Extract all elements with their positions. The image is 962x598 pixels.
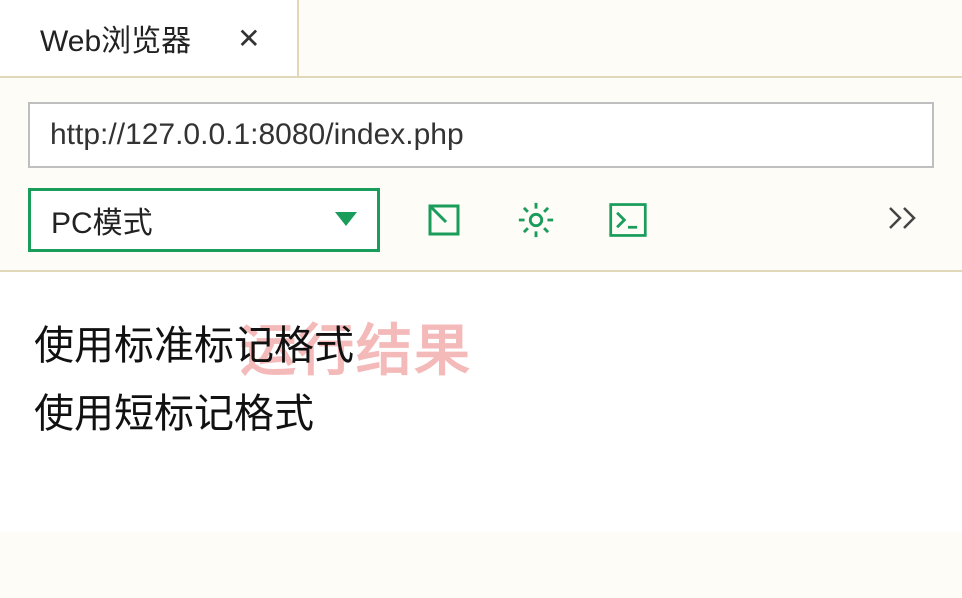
toolbar: PC模式: [0, 168, 962, 252]
tab-web-browser[interactable]: Web浏览器 ✕: [0, 0, 299, 76]
tab-title: Web浏览器: [40, 16, 191, 60]
output-line-1: 使用标准标记格式: [34, 312, 928, 380]
mode-select[interactable]: PC模式: [28, 188, 380, 252]
address-input[interactable]: [28, 102, 934, 168]
terminal-icon[interactable]: [608, 200, 648, 240]
more-icon[interactable]: [886, 204, 934, 237]
address-row: [0, 78, 962, 168]
toolbar-icons: [424, 200, 648, 240]
close-icon[interactable]: ✕: [229, 18, 268, 59]
browser-chrome: Web浏览器 ✕ PC模式: [0, 0, 962, 272]
gear-icon[interactable]: [516, 200, 556, 240]
page-content: 运行结果 使用标准标记格式 使用短标记格式: [0, 272, 962, 532]
mode-label: PC模式: [51, 198, 153, 242]
output-line-2: 使用短标记格式: [34, 380, 928, 448]
tab-bar: Web浏览器 ✕: [0, 0, 962, 78]
dropdown-arrow-icon: [335, 212, 357, 228]
open-external-icon[interactable]: [424, 200, 464, 240]
